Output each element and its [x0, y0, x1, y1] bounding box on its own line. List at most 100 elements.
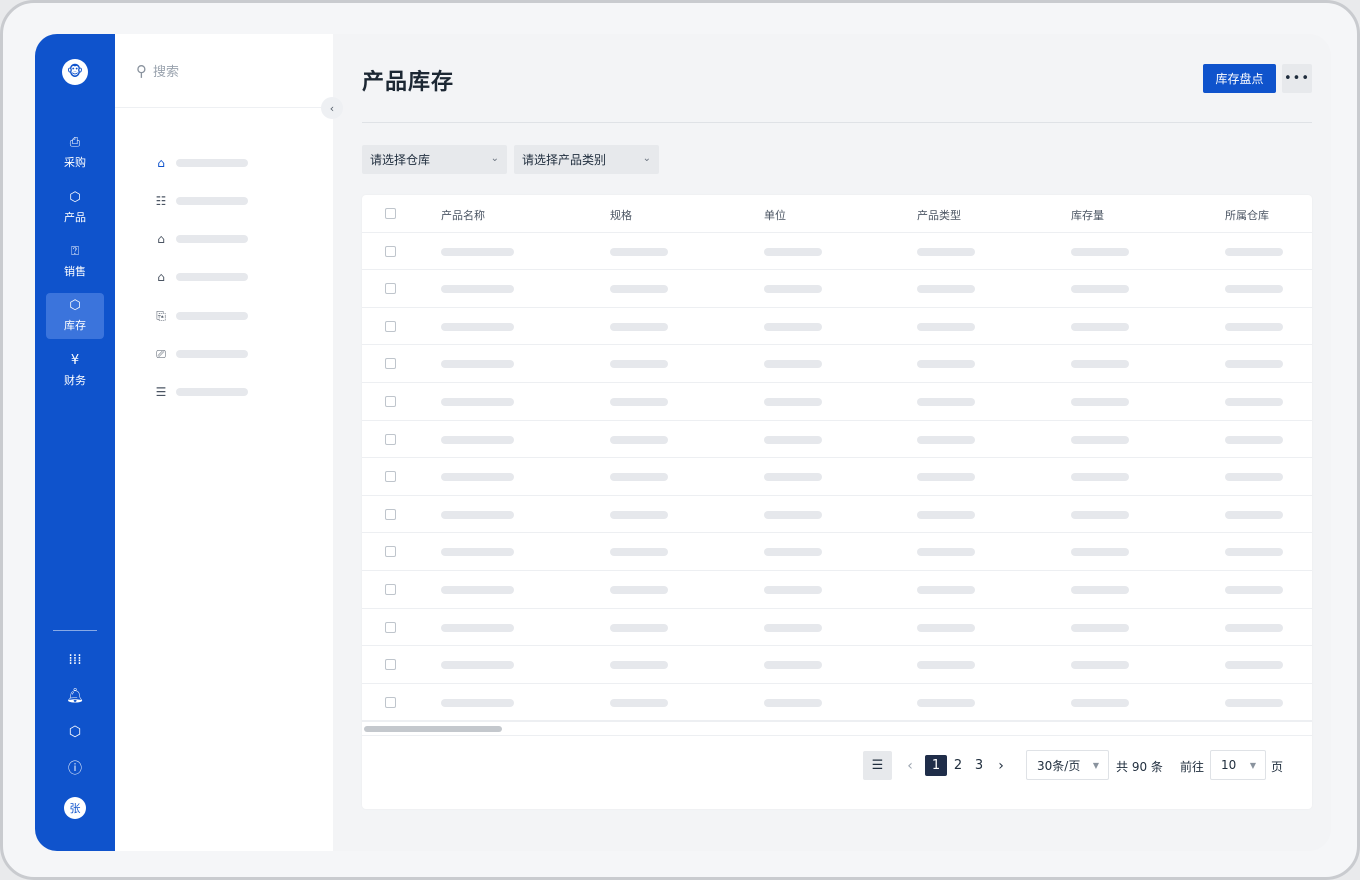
cell-skeleton — [1225, 661, 1283, 670]
cell-skeleton — [610, 360, 668, 369]
density-toggle-button[interactable]: ☰ — [863, 751, 892, 780]
avatar[interactable]: 张 — [64, 797, 86, 819]
row-checkbox[interactable] — [385, 696, 396, 708]
cell-skeleton — [764, 360, 822, 369]
table-header: 产品名称 规格 单位 产品类型 库存量 所属仓库 — [362, 195, 1312, 233]
cell-skeleton — [1225, 285, 1283, 294]
page-1-button[interactable]: 1 — [925, 755, 947, 776]
table-row[interactable] — [362, 233, 1312, 271]
row-checkbox[interactable] — [385, 396, 396, 407]
cell-skeleton — [917, 661, 975, 670]
more-button[interactable]: ••• — [1282, 64, 1312, 93]
cell-skeleton — [441, 473, 514, 482]
subnav-item-5[interactable]: ⎘ — [153, 307, 253, 325]
cell-skeleton — [1225, 360, 1283, 369]
subnav-item-6[interactable]: ⎚ — [153, 345, 253, 363]
rail-item-inventory[interactable]: ⬡ 库存 — [46, 293, 104, 339]
row-checkbox[interactable] — [385, 584, 396, 595]
prev-page-button[interactable]: ‹ — [899, 755, 921, 776]
column-header-warehouse[interactable]: 所属仓库 — [1225, 207, 1269, 223]
bell-icon[interactable]: 🔔︎ — [63, 684, 87, 708]
row-checkbox[interactable] — [385, 471, 396, 483]
rail-item-sales[interactable]: ⍰ 销售 — [46, 239, 104, 285]
scrollbar-thumb[interactable] — [364, 726, 502, 732]
cell-skeleton — [917, 285, 975, 294]
rail-item-finance[interactable]: ¥ 财务 — [46, 348, 104, 394]
rail-item-label: 采购 — [64, 156, 86, 169]
table-row[interactable] — [362, 496, 1312, 534]
page-size-select[interactable]: 30条/页 ▼ — [1026, 750, 1109, 780]
row-checkbox[interactable] — [385, 621, 396, 633]
inventory-box-icon: ⬡ — [69, 298, 81, 313]
chevron-down-icon: ⌄ — [642, 153, 651, 164]
table-row[interactable] — [362, 646, 1312, 684]
warehouse-select[interactable]: 请选择仓库 ⌄ — [362, 145, 507, 174]
apps-grid-icon[interactable]: ⁞⁞⁞ — [63, 648, 87, 672]
table-row[interactable] — [362, 533, 1312, 571]
table-row[interactable] — [362, 270, 1312, 308]
table-row[interactable] — [362, 684, 1312, 722]
cell-skeleton — [1225, 586, 1283, 594]
row-checkbox[interactable] — [385, 245, 396, 257]
cell-skeleton — [610, 247, 668, 256]
settings-hex-icon[interactable]: ⬡ — [63, 720, 87, 744]
page-suffix-label: 页 — [1271, 760, 1284, 774]
subnav-item-3[interactable]: ⌂ — [153, 230, 253, 248]
cell-skeleton — [610, 322, 668, 331]
column-header-spec[interactable]: 规格 — [610, 207, 632, 223]
label-skeleton — [176, 273, 248, 281]
table-row[interactable] — [362, 345, 1312, 383]
cell-skeleton — [610, 698, 668, 707]
column-header-type[interactable]: 产品类型 — [917, 207, 961, 223]
select-all-checkbox[interactable] — [385, 208, 396, 219]
table-row[interactable] — [362, 609, 1312, 647]
subnav-item-4[interactable]: ⌂ — [153, 268, 253, 286]
goto-page-select[interactable]: 10 ▼ — [1210, 750, 1266, 780]
cell-skeleton — [441, 548, 514, 557]
table-row[interactable] — [362, 383, 1312, 421]
rail-item-purchase[interactable]: ⎙ 采购 — [46, 130, 104, 176]
page-2-button[interactable]: 2 — [947, 755, 969, 776]
cell-skeleton — [1071, 661, 1129, 670]
row-checkbox[interactable] — [385, 659, 396, 671]
column-header-stock[interactable]: 库存量 — [1071, 207, 1104, 223]
cell-skeleton — [917, 548, 975, 557]
secondary-sidebar: ⚲ 搜索 ⌂ ☷ ⌂ ⌂ ⎘ ⎚ ☰ — [115, 34, 333, 851]
category-select[interactable]: 请选择产品类别 ⌄ — [514, 145, 659, 174]
cell-skeleton — [1071, 285, 1129, 294]
cell-skeleton — [917, 360, 975, 369]
search-icon: ⚲ — [136, 61, 147, 80]
table-row[interactable] — [362, 308, 1312, 346]
stocktake-button[interactable]: 库存盘点 — [1203, 64, 1276, 93]
row-checkbox[interactable] — [385, 546, 396, 558]
cell-skeleton — [1071, 360, 1129, 369]
search-box[interactable]: ⚲ 搜索 — [115, 34, 333, 108]
cell-skeleton — [1225, 473, 1283, 482]
sales-chart-icon: ⍰ — [71, 244, 79, 259]
row-checkbox[interactable] — [385, 358, 396, 370]
cell-skeleton — [1071, 548, 1129, 557]
column-header-unit[interactable]: 单位 — [764, 207, 786, 223]
rail-item-product[interactable]: ⬡ 产品 — [46, 185, 104, 231]
page-3-button[interactable]: 3 — [968, 755, 990, 776]
table-row[interactable] — [362, 421, 1312, 459]
subnav-item-2[interactable]: ☷ — [153, 192, 253, 210]
next-page-button[interactable]: › — [990, 755, 1012, 776]
warehouse-search-icon: ⌂ — [157, 232, 165, 246]
cell-skeleton — [764, 473, 822, 482]
row-checkbox[interactable] — [385, 433, 396, 445]
help-icon[interactable]: ⓘ — [63, 756, 87, 780]
horizontal-scrollbar[interactable] — [362, 721, 1312, 735]
subnav-item-1[interactable]: ⌂ — [153, 154, 253, 172]
table-row[interactable] — [362, 571, 1312, 609]
row-checkbox[interactable] — [385, 508, 396, 520]
table-row[interactable] — [362, 458, 1312, 496]
column-header-name[interactable]: 产品名称 — [441, 207, 485, 223]
report-doc-icon: ☰ — [155, 385, 167, 399]
row-checkbox[interactable] — [385, 283, 396, 295]
cell-skeleton — [1225, 510, 1283, 519]
chevron-down-icon: ⌄ — [490, 153, 499, 164]
monkey-logo-icon[interactable]: 🐵 — [62, 59, 88, 85]
subnav-item-7[interactable]: ☰ — [153, 383, 253, 401]
row-checkbox[interactable] — [385, 320, 396, 332]
